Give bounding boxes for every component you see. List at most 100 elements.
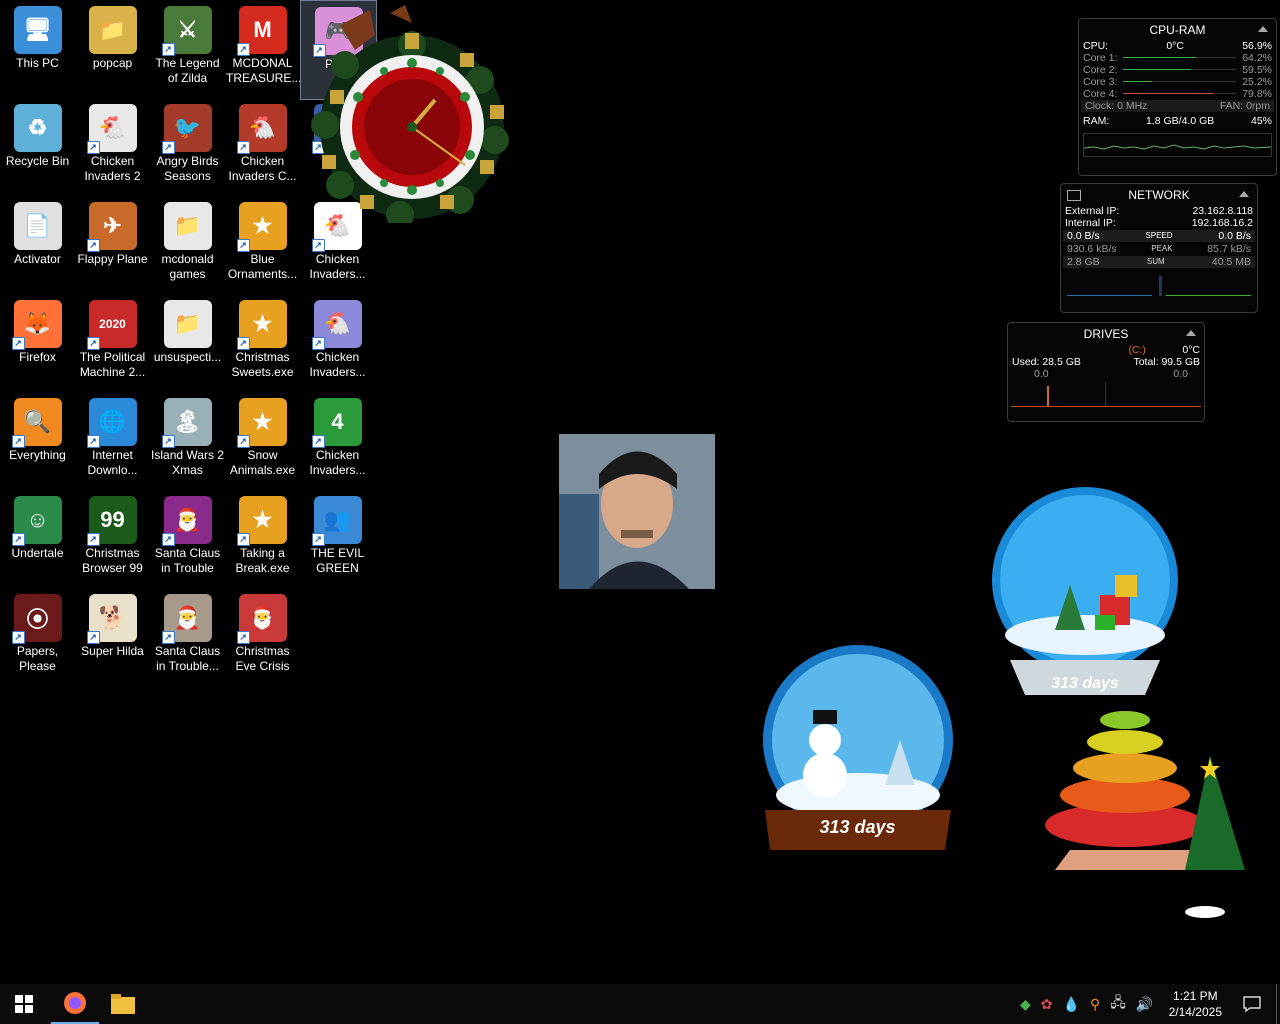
- desktop-icon-label: Undertale: [11, 546, 64, 560]
- desktop-icon[interactable]: 🔍 ↗ Everything: [0, 392, 75, 490]
- desktop-icon[interactable]: 🎅 ↗ Santa Claus in Trouble...: [150, 588, 225, 686]
- shortcut-arrow-icon: ↗: [311, 533, 325, 546]
- download-sum: 2.8 GB: [1067, 256, 1100, 268]
- clock-time: 1:21 PM: [1172, 989, 1218, 1003]
- collapse-icon[interactable]: [1186, 330, 1196, 336]
- desktop-icon[interactable]: 🐔 ↗ Chicken Invaders 2: [75, 98, 150, 196]
- taskbar-clock[interactable]: 1:21 PM 2/14/2025: [1169, 988, 1222, 1020]
- desktop-icon[interactable]: ★ ↗ Blue Ornaments...: [225, 196, 300, 294]
- desktop-icon[interactable]: ♻ Recycle Bin: [0, 98, 75, 196]
- desktop-icon[interactable]: ✈ ↗ Flappy Plane: [75, 196, 150, 294]
- desktop-icon-label: Internet Downlo...: [87, 448, 138, 477]
- desktop-icon-label: Santa Claus in Trouble...: [154, 644, 221, 673]
- tray-app-icon[interactable]: ◆: [1020, 996, 1031, 1013]
- collapse-icon[interactable]: [1239, 191, 1249, 197]
- volume-icon[interactable]: 🔊: [1136, 996, 1153, 1013]
- shortcut-arrow-icon: ↗: [311, 239, 325, 252]
- desktop-icon[interactable]: 🐦 ↗ Angry Birds Seasons: [150, 98, 225, 196]
- core-label: Core 2:: [1083, 64, 1118, 76]
- desktop-icon[interactable]: 📁 unsuspecti...: [150, 294, 225, 392]
- shortcut-arrow-icon: ↗: [86, 141, 100, 154]
- installer-icon: ★ ↗: [236, 398, 287, 448]
- undertale-icon: ☺ ↗: [11, 496, 62, 546]
- network-icon[interactable]: 🖧: [1110, 992, 1126, 1016]
- ram-value: 1.8 GB/4.0 GB: [1145, 115, 1215, 127]
- desktop-icon[interactable]: ⦿ ↗ Papers, Please: [0, 588, 75, 686]
- desktop-icon[interactable]: ☺ ↗ Undertale: [0, 490, 75, 588]
- download-icon: 🌐 ↗: [86, 398, 137, 448]
- desktop-icon[interactable]: 🌐 ↗ Internet Downlo...: [75, 392, 150, 490]
- desktop-icon[interactable]: 🖥 This PC: [0, 0, 75, 98]
- desktop-icon[interactable]: 99 ↗ Christmas Browser 99: [75, 490, 150, 588]
- taskbar-file-explorer[interactable]: [99, 984, 147, 1024]
- desktop-icon-label: Chicken Invaders C...: [228, 154, 297, 183]
- desktop-icon[interactable]: 🎅 ↗ Santa Claus in Trouble: [150, 490, 225, 588]
- tray-drop-icon[interactable]: 💧: [1063, 996, 1080, 1013]
- desktop-icon[interactable]: 🐔 ↗ Chicken Invaders...: [300, 294, 375, 392]
- desktop-icon[interactable]: M ↗ MCDONAL TREASURE...: [225, 0, 300, 98]
- desktop-icon[interactable]: ⚔ ↗ The Legend of Zilda: [150, 0, 225, 98]
- computer-icon: 🖥: [13, 6, 62, 54]
- start-button[interactable]: [0, 984, 48, 1024]
- external-ip-label: External IP:: [1065, 205, 1120, 217]
- messenger-icon: 👥 ↗: [311, 496, 362, 546]
- desktop-icon-label: Flappy Plane: [77, 252, 148, 266]
- desktop-icon[interactable]: 📁 mcdonald games: [150, 196, 225, 294]
- shortcut-arrow-icon: ↗: [161, 43, 175, 56]
- core-percent: 25.2%: [1242, 76, 1272, 88]
- collapse-icon[interactable]: [1258, 26, 1268, 32]
- desktop-icon[interactable]: ★ ↗ Snow Animals.exe: [225, 392, 300, 490]
- desktop-icon[interactable]: 4 ↗ Chicken Invaders...: [300, 392, 375, 490]
- taskbar-firefox[interactable]: [51, 984, 99, 1024]
- drive-temp: 0°C: [1182, 344, 1200, 356]
- core-percent: 64.2%: [1242, 52, 1272, 64]
- system-tray: ◆ ✿ 💧 ⚲ 🖧 🔊: [1020, 984, 1153, 1024]
- chicken-icon: 4 ↗: [311, 398, 362, 448]
- papers-please-icon: ⦿ ↗: [11, 594, 62, 644]
- desktop-icon[interactable]: 🏝 ↗ Island Wars 2 Xmas: [150, 392, 225, 490]
- upload-speed: 0.0 B/s: [1218, 230, 1251, 242]
- action-center-button[interactable]: [1228, 984, 1276, 1024]
- snowman-globe-gadget[interactable]: 313 days: [755, 645, 960, 860]
- desktop-icon-label: Everything: [9, 448, 66, 462]
- shortcut-arrow-icon: ↗: [11, 435, 25, 448]
- santa-icon: 🎅 ↗: [161, 594, 212, 644]
- ram-label: RAM:: [1083, 115, 1110, 127]
- file-icon: 📄: [13, 202, 62, 250]
- drive-total: Total: 99.5 GB: [1133, 356, 1200, 368]
- desktop-icon[interactable]: 🐕 ↗ Super Hilda: [75, 588, 150, 686]
- network-gadget[interactable]: NETWORK External IP: 23.162.8.118 Interna…: [1060, 183, 1258, 313]
- drives-gadget[interactable]: DRIVES (C:) 0°C Used: 28.5 GB Total: 99.5 …: [1007, 322, 1205, 422]
- cpu-core-row: Core 2: 59.5%: [1079, 64, 1276, 76]
- chicken-icon: 🐔 ↗: [311, 300, 362, 350]
- desktop-icon[interactable]: 🎅 ↗ Christmas Eve Crisis: [225, 588, 300, 686]
- core-percent: 59.5%: [1242, 64, 1272, 76]
- desktop-icon[interactable]: 2020 ↗ The Political Machine 2...: [75, 294, 150, 392]
- shortcut-arrow-icon: ↗: [86, 533, 100, 546]
- shortcut-arrow-icon: ↗: [236, 239, 250, 252]
- desktop-icon[interactable]: ★ ↗ Taking a Break.exe: [225, 490, 300, 588]
- desktop-icon[interactable]: 🐔 ↗ Chicken Invaders C...: [225, 98, 300, 196]
- desktop-icon[interactable]: 📁 popcap: [75, 0, 150, 98]
- show-desktop-button[interactable]: [1276, 984, 1277, 1024]
- wreath-clock-gadget[interactable]: [300, 5, 515, 229]
- speed-tag: SPEED: [1145, 231, 1173, 240]
- portrait-photo[interactable]: [559, 434, 715, 589]
- desktop-icon[interactable]: 📄 Activator: [0, 196, 75, 294]
- tray-app-icon[interactable]: ✿: [1041, 996, 1053, 1013]
- cpu-ram-gadget[interactable]: CPU-RAM CPU: 0°C 56.9% Core 1: 64.2% Core 2:…: [1078, 18, 1277, 176]
- desktop-icon-label: The Legend of Zilda: [155, 56, 220, 85]
- drive-graph: [1011, 382, 1201, 407]
- desktop-icon-label: Christmas Eve Crisis: [235, 644, 290, 673]
- desktop-icon-label: MCDONAL TREASURE...: [226, 56, 300, 85]
- desktop-icon[interactable]: 🦊 ↗ Firefox: [0, 294, 75, 392]
- cpu-core-row: Core 4: 79.8%: [1079, 88, 1276, 100]
- desktop-icon[interactable]: ★ ↗ Christmas Sweets.exe: [225, 294, 300, 392]
- desktop-icon[interactable]: 👥↗THE EVIL GREEN ME...: [300, 490, 375, 588]
- shortcut-arrow-icon: ↗: [86, 337, 100, 350]
- game-icon: 🐕 ↗: [86, 594, 137, 644]
- tray-search-icon[interactable]: ⚲: [1090, 996, 1100, 1013]
- core-label: Core 1:: [1083, 52, 1118, 64]
- core-load-bar: [1123, 69, 1237, 70]
- desktop-icon-label: Island Wars 2 Xmas: [151, 448, 224, 477]
